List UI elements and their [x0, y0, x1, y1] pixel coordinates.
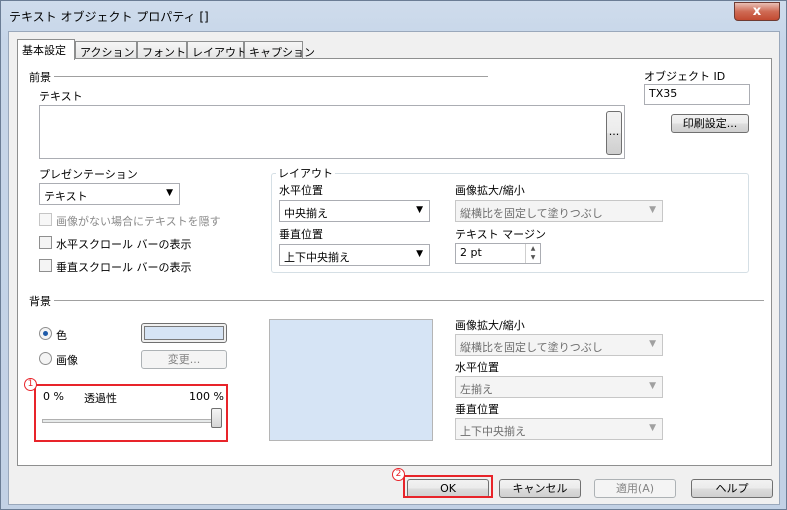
image-scale-value: 縦横比を固定して塗りつぶし — [460, 207, 603, 220]
tab-caption[interactable]: キャプション — [244, 41, 315, 59]
presentation-dropdown[interactable]: テキスト ▼ — [39, 183, 180, 205]
h-position-dropdown[interactable]: 中央揃え ▼ — [279, 200, 430, 222]
color-radio[interactable] — [39, 327, 52, 340]
bg-image-scale-value: 縦横比を固定して塗りつぶし — [460, 341, 603, 354]
v-position-label: 垂直位置 — [279, 228, 323, 241]
radio-selected-dot — [43, 331, 48, 336]
cancel-button[interactable]: キャンセル — [499, 479, 581, 498]
bg-h-position-label: 水平位置 — [455, 361, 499, 374]
image-scale-label: 画像拡大/縮小 — [455, 184, 525, 197]
vscroll-checkbox[interactable] — [39, 259, 52, 272]
title-bar[interactable]: テキスト オブジェクト プロパティ [] x — [1, 1, 786, 31]
v-position-value: 上下中央揃え — [284, 251, 350, 264]
v-position-dropdown[interactable]: 上下中央揃え ▼ — [279, 244, 430, 266]
spin-down-icon[interactable]: ▼ — [526, 253, 540, 262]
print-settings-button[interactable]: 印刷設定... — [671, 114, 749, 133]
presentation-label: プレゼンテーション — [39, 168, 138, 181]
layout-group-label: レイアウト — [276, 165, 335, 181]
foreground-section-label: 前景 — [29, 71, 51, 84]
h-position-label: 水平位置 — [279, 184, 323, 197]
bg-v-position-value: 上下中央揃え — [460, 425, 526, 438]
close-icon: x — [752, 4, 762, 19]
image-radio-label: 画像 — [56, 354, 78, 367]
bg-image-scale-label: 画像拡大/縮小 — [455, 319, 525, 332]
tab-label: 基本設定 — [22, 44, 66, 57]
dropdown-arrow-icon: ▼ — [416, 205, 423, 215]
text-margin-spinner[interactable]: ▲ ▼ — [525, 244, 540, 263]
dialog-client: 基本設定 アクション フォント レイアウト キャプション 前景 テキスト ...… — [8, 31, 780, 505]
tab-general[interactable]: 基本設定 — [17, 39, 75, 60]
apply-button[interactable]: 適用(A) — [594, 479, 676, 498]
text-margin-label: テキスト マージン — [455, 228, 546, 241]
annotation-number-1: 1 — [24, 378, 37, 391]
close-button[interactable]: x — [734, 2, 780, 21]
text-label: テキスト — [39, 90, 83, 103]
dropdown-arrow-icon: ▼ — [649, 339, 656, 349]
annotation-box-2 — [403, 475, 493, 498]
presentation-value: テキスト — [44, 190, 88, 203]
annotation-box-1 — [34, 384, 228, 442]
tab-actions[interactable]: アクション — [75, 41, 137, 59]
help-button[interactable]: ヘルプ — [691, 479, 773, 498]
dropdown-arrow-icon: ▼ — [416, 249, 423, 259]
foreground-divider — [54, 76, 488, 77]
bg-v-position-label: 垂直位置 — [455, 403, 499, 416]
dropdown-arrow-icon: ▼ — [649, 205, 656, 215]
general-tab-panel: 前景 テキスト ... オブジェクト ID TX35 印刷設定... プレゼンテ… — [17, 58, 772, 466]
tab-font[interactable]: フォント — [137, 41, 187, 59]
annotation-number-2: 2 — [392, 468, 405, 481]
change-image-button[interactable]: 変更... — [141, 350, 227, 369]
tab-layout[interactable]: レイアウト — [187, 41, 247, 59]
hscroll-checkbox[interactable] — [39, 236, 52, 249]
h-position-value: 中央揃え — [284, 207, 328, 220]
text-browse-button[interactable]: ... — [606, 111, 622, 155]
bg-v-position-dropdown[interactable]: 上下中央揃え ▼ — [455, 418, 663, 440]
bg-h-position-dropdown[interactable]: 左揃え ▼ — [455, 376, 663, 398]
dropdown-arrow-icon: ▼ — [166, 188, 173, 198]
bg-image-scale-dropdown[interactable]: 縦横比を固定して塗りつぶし ▼ — [455, 334, 663, 356]
bg-h-position-value: 左揃え — [460, 383, 493, 396]
hide-text-label: 画像がない場合にテキストを隠す — [56, 215, 221, 228]
color-swatch — [144, 326, 224, 340]
hscroll-label: 水平スクロール バーの表示 — [56, 238, 192, 251]
background-preview — [269, 319, 433, 441]
object-id-label: オブジェクト ID — [644, 70, 726, 83]
color-radio-label: 色 — [56, 329, 67, 342]
background-divider — [54, 300, 764, 301]
object-id-field[interactable]: TX35 — [644, 84, 750, 105]
dropdown-arrow-icon: ▼ — [649, 423, 656, 433]
text-input[interactable] — [39, 105, 625, 159]
window-title: テキスト オブジェクト プロパティ [] — [9, 10, 209, 24]
color-picker-button[interactable] — [141, 323, 227, 343]
image-scale-dropdown[interactable]: 縦横比を固定して塗りつぶし ▼ — [455, 200, 663, 222]
dropdown-arrow-icon: ▼ — [649, 381, 656, 391]
spin-up-icon[interactable]: ▲ — [526, 244, 540, 253]
image-radio[interactable] — [39, 352, 52, 365]
properties-dialog: テキスト オブジェクト プロパティ [] x 基本設定 アクション フォント レ… — [0, 0, 787, 510]
vscroll-label: 垂直スクロール バーの表示 — [56, 261, 192, 274]
background-section-label: 背景 — [29, 295, 51, 308]
hide-text-checkbox[interactable] — [39, 213, 52, 226]
